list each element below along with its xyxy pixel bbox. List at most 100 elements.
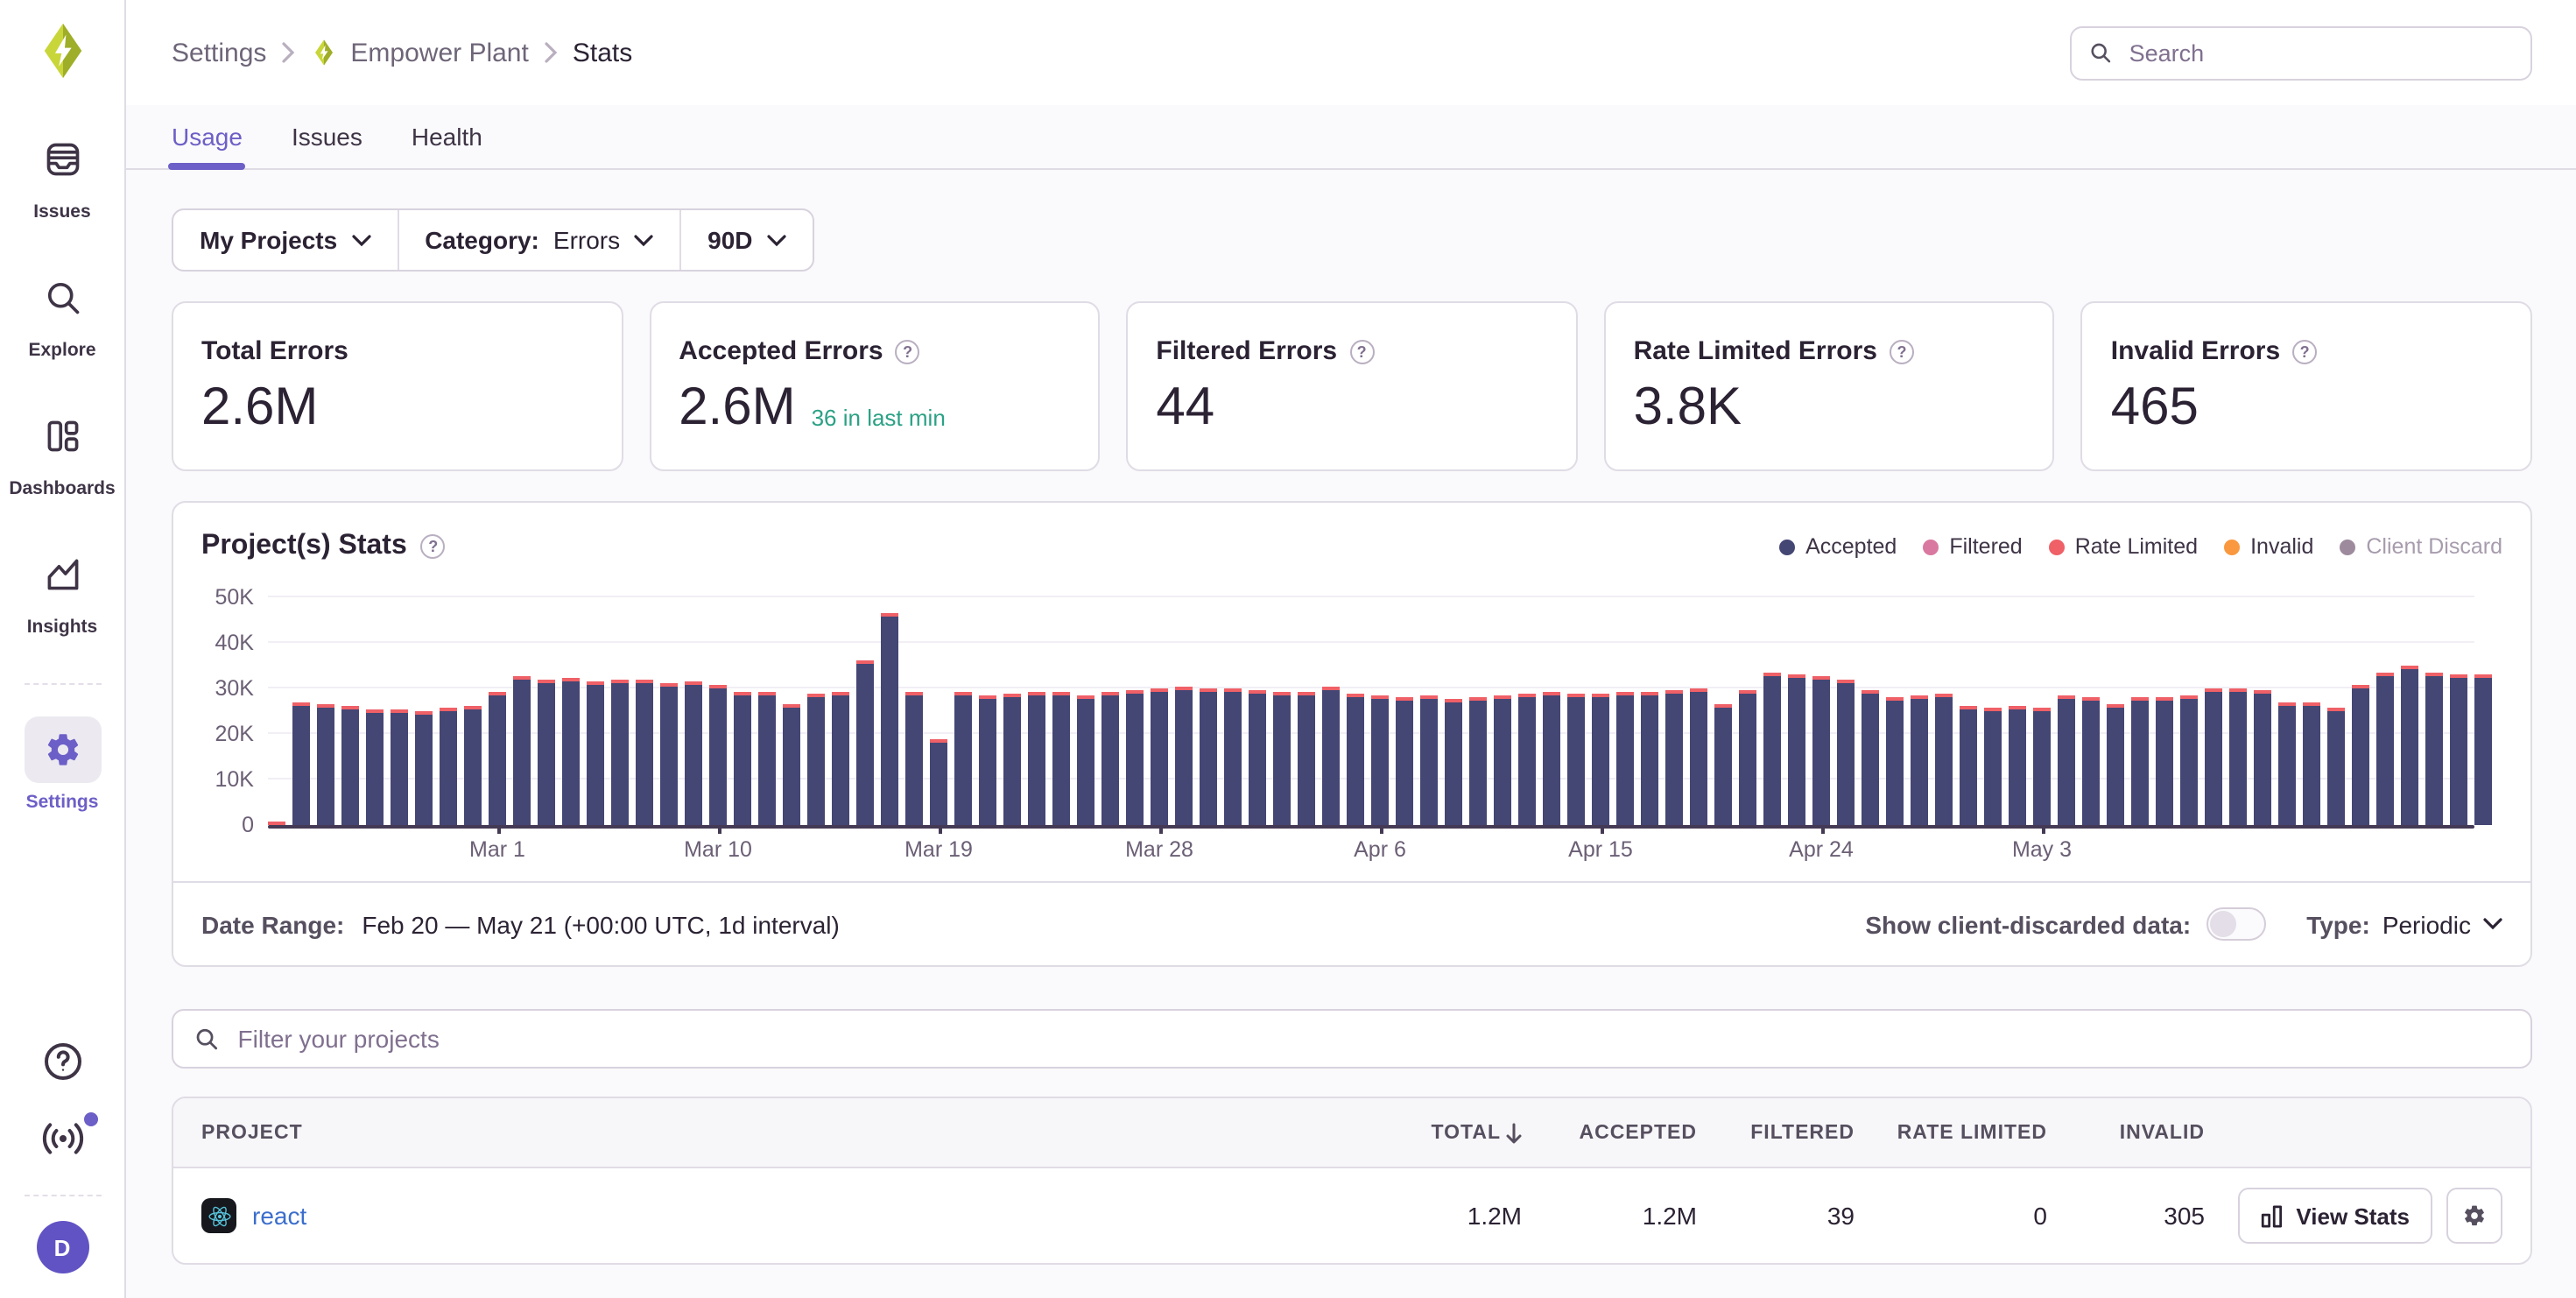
legend-dot [1779, 539, 1795, 554]
bar [489, 692, 506, 825]
sidebar-item-explore[interactable]: Explore [0, 265, 124, 361]
card-invalid-errors: Invalid Errors? 465 [2081, 301, 2532, 471]
cell-total: 1.2M [1355, 1202, 1522, 1230]
type-selector[interactable]: Type: Periodic [2306, 910, 2502, 938]
card-value: 3.8K [1634, 382, 1742, 434]
main-area: Settings Empower Plant Stats [126, 0, 2576, 1298]
bar [1298, 692, 1315, 825]
help-icon[interactable]: ? [896, 339, 920, 363]
org-logo-small [310, 39, 338, 67]
bar [1224, 688, 1242, 825]
tab-issues[interactable]: Issues [292, 123, 362, 168]
bar [2327, 708, 2345, 825]
category-selector[interactable]: Category: Errors [398, 210, 681, 270]
bar [709, 685, 727, 825]
col-filtered-header[interactable]: FILTERED [1697, 1122, 1855, 1143]
bar [1396, 697, 1413, 825]
sidebar-item-dashboards[interactable]: Dashboards [0, 403, 124, 499]
project-filter-input[interactable] [235, 1023, 2509, 1055]
bar [1518, 694, 1536, 825]
chart: 010K20K30K40K50K Mar 1Mar 10Mar 19Mar 28… [173, 562, 2530, 881]
help-icon[interactable]: ? [421, 534, 446, 559]
bar [2107, 704, 2124, 825]
view-stats-button[interactable]: View Stats [2238, 1188, 2432, 1244]
bar [1592, 694, 1609, 825]
date-period-selector[interactable]: 90D [681, 210, 812, 270]
col-project-header: PROJECT [201, 1122, 1355, 1143]
col-total-header[interactable]: TOTAL [1355, 1122, 1522, 1143]
bar [1175, 687, 1193, 825]
bar [1812, 676, 1830, 825]
tab-usage[interactable]: Usage [172, 123, 243, 168]
legend-item[interactable]: Client Discard [2340, 534, 2502, 559]
x-axis-label: Mar 10 [684, 837, 752, 862]
bar [415, 711, 433, 825]
bar [2425, 673, 2443, 825]
bar [807, 694, 825, 825]
react-project-icon [201, 1198, 236, 1233]
legend-item[interactable]: Accepted [1779, 534, 1897, 559]
legend-dot [2224, 539, 2240, 554]
bar [440, 708, 457, 825]
bar [1665, 690, 1683, 825]
sidebar-item-settings[interactable]: Settings [0, 716, 124, 813]
sidebar-divider [24, 683, 101, 685]
settings-gear-icon [24, 716, 101, 783]
legend-dot [2049, 539, 2065, 554]
breadcrumb-org[interactable]: Empower Plant [310, 38, 528, 67]
bar [660, 683, 678, 825]
project-filter[interactable] [172, 1009, 2532, 1069]
help-icon[interactable]: ? [1890, 339, 1914, 363]
sidebar-item-issues[interactable]: Issues [0, 126, 124, 222]
page-filter-bar: My Projects Category: Errors 90D [172, 208, 814, 272]
col-rate-limited-header[interactable]: RATE LIMITED [1855, 1122, 2047, 1143]
legend-item[interactable]: Invalid [2224, 534, 2313, 559]
project-link[interactable]: react [252, 1202, 306, 1230]
bar [562, 678, 580, 825]
bar [1739, 690, 1756, 825]
search-icon [2089, 40, 2112, 65]
bar [1347, 694, 1364, 825]
project-settings-button[interactable] [2446, 1188, 2502, 1244]
col-accepted-header[interactable]: ACCEPTED [1522, 1122, 1697, 1143]
card-value: 465 [2111, 382, 2199, 434]
sidebar-item-insights[interactable]: Insights [0, 541, 124, 638]
sidebar-label: Insights [27, 617, 98, 638]
tab-health[interactable]: Health [412, 123, 482, 168]
col-invalid-header[interactable]: INVALID [2047, 1122, 2205, 1143]
bar [1445, 699, 1462, 825]
bar [1101, 692, 1119, 825]
user-avatar[interactable]: D [36, 1221, 88, 1273]
whats-new-button[interactable] [39, 1121, 85, 1156]
card-title: Invalid Errors [2111, 336, 2280, 366]
breadcrumb-settings[interactable]: Settings [172, 38, 266, 67]
gear-icon [2462, 1203, 2487, 1228]
bar [2303, 702, 2320, 825]
client-discard-toggle[interactable] [2206, 907, 2266, 941]
bar [881, 613, 898, 825]
legend-item[interactable]: Rate Limited [2049, 534, 2198, 559]
x-axis-label: Apr 15 [1568, 837, 1633, 862]
help-icon[interactable]: ? [1349, 339, 1374, 363]
bar [464, 706, 482, 825]
issues-icon [24, 126, 101, 193]
bar [317, 704, 334, 825]
bar [1028, 692, 1045, 825]
card-trend: 36 in last min [812, 405, 946, 431]
search-input[interactable] [2126, 38, 2513, 67]
help-button[interactable] [41, 1041, 83, 1083]
legend-item[interactable]: Filtered [1923, 534, 2022, 559]
date-range-value: Feb 20 — May 21 (+00:00 UTC, 1d interval… [362, 910, 839, 938]
x-axis-label: Mar 1 [469, 837, 525, 862]
breadcrumb-org-label: Empower Plant [350, 38, 528, 67]
legend-dot [1923, 539, 1939, 554]
bar [685, 681, 702, 825]
bar [2278, 702, 2296, 825]
project-selector[interactable]: My Projects [173, 210, 398, 270]
x-axis-labels: Mar 1Mar 10Mar 19Mar 28Apr 6Apr 15Apr 24… [268, 825, 2474, 871]
bar [611, 680, 629, 825]
global-search[interactable] [2070, 25, 2532, 80]
chevron-down-icon [351, 234, 370, 246]
help-icon[interactable]: ? [2292, 339, 2317, 363]
org-logo[interactable] [32, 21, 92, 81]
